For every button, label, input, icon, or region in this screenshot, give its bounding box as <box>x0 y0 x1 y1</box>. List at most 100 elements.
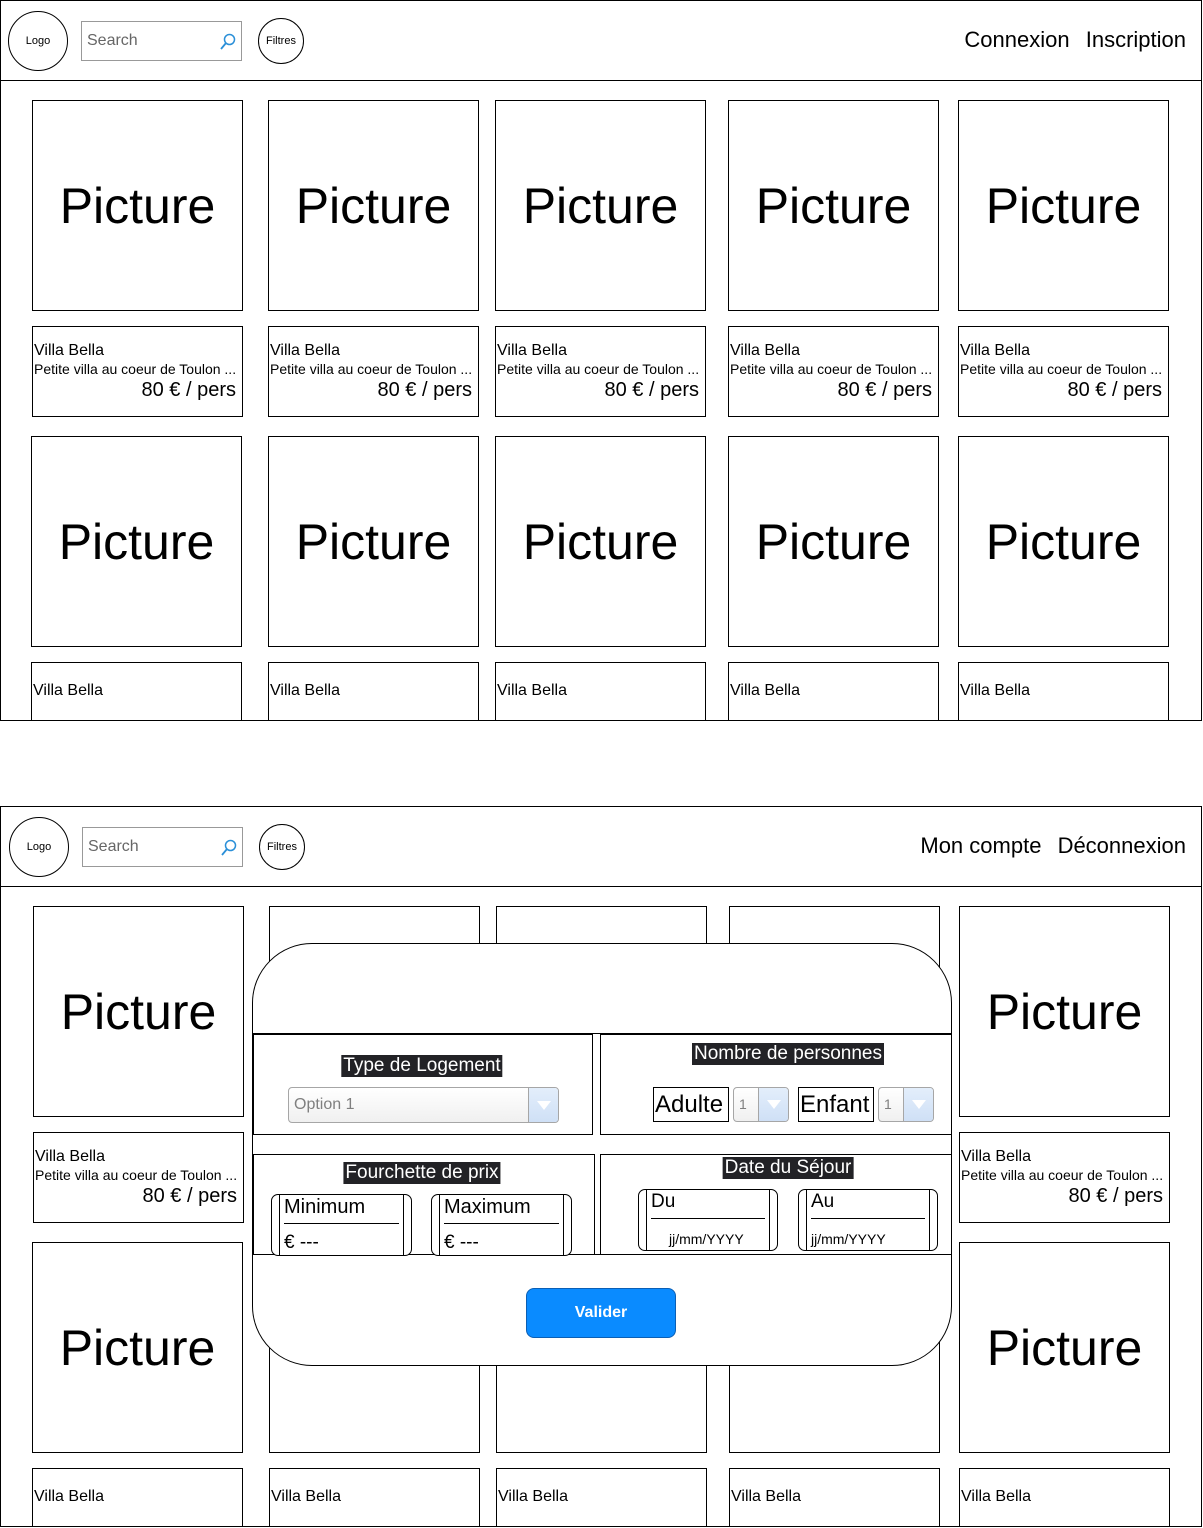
listing-price: 80 € / pers <box>142 1185 237 1207</box>
listing-card[interactable]: Villa Bella Petite villa au coeur de Tou… <box>958 326 1169 417</box>
listing-name: Villa Bella <box>33 682 103 699</box>
listing-card[interactable]: Villa Bella <box>495 662 706 720</box>
signup-link[interactable]: Inscription <box>1086 27 1186 52</box>
listing-description: Petite villa au coeur de Toulon ... <box>270 361 473 377</box>
max-price-field[interactable]: Maximum € --- <box>431 1194 572 1256</box>
search-box[interactable] <box>82 827 243 867</box>
logout-link[interactable]: Déconnexion <box>1058 833 1186 858</box>
chevron-down-icon[interactable] <box>758 1088 788 1121</box>
listing-card[interactable]: Villa Bella Petite villa au coeur de Tou… <box>959 1132 1170 1223</box>
filters-button[interactable]: Filtres <box>259 824 305 870</box>
listing-card[interactable]: Villa Bella Petite villa au coeur de Tou… <box>495 326 706 417</box>
child-label: Enfant <box>798 1087 874 1122</box>
housing-type-panel: Type de Logement Option 1 <box>253 1034 593 1135</box>
listing-name: Villa Bella <box>270 682 340 699</box>
listing-card[interactable]: Villa Bella <box>728 662 939 720</box>
search-icon[interactable] <box>219 838 239 858</box>
listing-picture[interactable]: Picture <box>728 436 939 647</box>
picture-placeholder: Picture <box>986 1319 1143 1376</box>
listing-name: Villa Bella <box>497 682 567 699</box>
listing-price: 80 € / pers <box>1067 379 1162 401</box>
housing-type-value: Option 1 <box>294 1096 355 1113</box>
housing-type-title: Type de Logement <box>341 1055 503 1077</box>
housing-type-select[interactable]: Option 1 <box>288 1087 559 1123</box>
listing-picture[interactable]: Picture <box>33 906 244 1117</box>
picture-placeholder: Picture <box>755 177 912 234</box>
filter-panels: Type de Logement Option 1 Nombre de pers… <box>253 1033 952 1256</box>
header: Logo Filtres Connexion Inscription <box>1 1 1201 81</box>
listing-picture[interactable]: Picture <box>959 906 1170 1117</box>
end-date-input[interactable]: jj/mm/YYYY <box>811 1231 886 1247</box>
people-panel: Nombre de personnes Adulte 1 Enfant 1 <box>600 1034 952 1135</box>
auth-links: Connexion Inscription <box>954 27 1186 53</box>
search-box[interactable] <box>81 21 242 61</box>
listing-card[interactable]: Villa Bella <box>959 1468 1170 1526</box>
listing-picture[interactable]: Picture <box>31 436 242 647</box>
listing-description: Petite villa au coeur de Toulon ... <box>730 361 933 377</box>
listing-card[interactable]: Villa Bella <box>496 1468 707 1526</box>
end-date-field[interactable]: Au jj/mm/YYYY <box>798 1189 938 1251</box>
listing-description: Petite villa au coeur de Toulon ... <box>497 361 700 377</box>
chevron-down-icon[interactable] <box>903 1088 933 1121</box>
listing-name: Villa Bella <box>270 342 340 359</box>
login-link[interactable]: Connexion <box>964 27 1069 52</box>
listing-picture[interactable]: Picture <box>958 436 1169 647</box>
account-link[interactable]: Mon compte <box>920 833 1041 858</box>
adult-count-select[interactable]: 1 <box>733 1087 789 1122</box>
logo[interactable]: Logo <box>8 11 68 71</box>
picture-placeholder: Picture <box>986 983 1143 1040</box>
listing-card[interactable]: Villa Bella Petite villa au coeur de Tou… <box>268 326 479 417</box>
listing-picture[interactable]: Picture <box>958 100 1169 311</box>
listing-picture[interactable]: Picture <box>495 436 706 647</box>
listing-picture[interactable]: Picture <box>959 1242 1170 1453</box>
listing-name: Villa Bella <box>731 1488 801 1505</box>
listing-name: Villa Bella <box>271 1488 341 1505</box>
picture-placeholder: Picture <box>295 177 452 234</box>
listing-card[interactable]: Villa Bella Petite villa au coeur de Tou… <box>32 326 243 417</box>
home-screen-logged-in: Logo Filtres Mon compte Déconnexion Pict… <box>0 806 1202 1527</box>
listing-description: Petite villa au coeur de Toulon ... <box>960 361 1163 377</box>
end-date-label: Au <box>811 1191 925 1219</box>
picture-placeholder: Picture <box>755 513 912 570</box>
listing-picture[interactable]: Picture <box>32 100 243 311</box>
child-count-select[interactable]: 1 <box>878 1087 934 1122</box>
min-price-field[interactable]: Minimum € --- <box>271 1194 412 1256</box>
min-price-label: Minimum <box>284 1196 399 1224</box>
listing-card[interactable]: Villa Bella <box>31 662 242 720</box>
search-icon[interactable] <box>218 32 238 52</box>
max-price-value[interactable]: € --- <box>444 1232 479 1254</box>
listing-card[interactable]: Villa Bella Petite villa au coeur de Tou… <box>728 326 939 417</box>
listing-card[interactable]: Villa Bella <box>958 662 1169 720</box>
listing-picture[interactable]: Picture <box>268 100 479 311</box>
search-input[interactable] <box>83 828 213 866</box>
listing-card[interactable]: Villa Bella Petite villa au coeur de Tou… <box>33 1132 244 1223</box>
filters-button[interactable]: Filtres <box>258 18 304 64</box>
listing-name: Villa Bella <box>498 1488 568 1505</box>
listing-name: Villa Bella <box>960 682 1030 699</box>
chevron-down-icon[interactable] <box>528 1088 558 1122</box>
picture-placeholder: Picture <box>59 1319 216 1376</box>
listing-name: Villa Bella <box>497 342 567 359</box>
min-price-value[interactable]: € --- <box>284 1232 319 1254</box>
filters-label: Filtres <box>267 841 297 853</box>
validate-button[interactable]: Valider <box>526 1288 676 1338</box>
start-date-input[interactable]: jj/mm/YYYY <box>669 1231 744 1247</box>
listing-picture[interactable]: Picture <box>495 100 706 311</box>
listing-card[interactable]: Villa Bella <box>269 1468 480 1526</box>
listing-card[interactable]: Villa Bella <box>729 1468 940 1526</box>
listing-picture[interactable]: Picture <box>728 100 939 311</box>
filter-modal: Type de Logement Option 1 Nombre de pers… <box>252 943 952 1366</box>
search-input[interactable] <box>82 22 212 60</box>
listing-picture[interactable]: Picture <box>268 436 479 647</box>
listing-card[interactable]: Villa Bella <box>32 1468 243 1526</box>
start-date-field[interactable]: Du jj/mm/YYYY <box>638 1189 778 1251</box>
logo[interactable]: Logo <box>9 817 69 877</box>
adult-label: Adulte <box>653 1087 729 1122</box>
listing-description: Petite villa au coeur de Toulon ... <box>961 1167 1164 1183</box>
listing-name: Villa Bella <box>34 1488 104 1505</box>
listing-price: 80 € / pers <box>141 379 236 401</box>
listing-picture[interactable]: Picture <box>32 1242 243 1453</box>
listing-card[interactable]: Villa Bella <box>268 662 479 720</box>
listing-name: Villa Bella <box>961 1488 1031 1505</box>
stay-dates-title: Date du Séjour <box>722 1157 854 1179</box>
